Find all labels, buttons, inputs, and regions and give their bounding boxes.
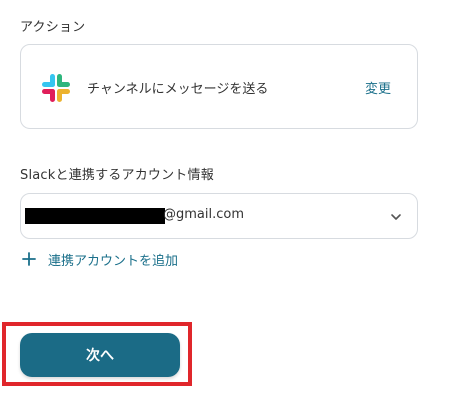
account-section-label: Slackと連携するアカウント情報 xyxy=(20,168,214,183)
next-button[interactable]: 次へ xyxy=(20,333,180,377)
settings-panel: アクション チャンネルにメッセージを送る 変更 Slackと連携するアカウント情… xyxy=(0,0,466,400)
action-section-label: アクション xyxy=(20,20,86,35)
action-card: チャンネルにメッセージを送る 変更 xyxy=(20,44,418,129)
add-account-button[interactable]: 連携アカウントを追加 xyxy=(22,249,178,269)
redacted-account-name xyxy=(25,208,165,224)
action-name: チャンネルにメッセージを送る xyxy=(87,82,269,97)
slack-icon xyxy=(42,74,70,102)
plus-icon xyxy=(22,252,36,266)
chevron-down-icon xyxy=(391,214,401,220)
change-action-link[interactable]: 変更 xyxy=(365,78,391,97)
add-account-label: 連携アカウントを追加 xyxy=(48,253,179,269)
account-select[interactable]: @gmail.com xyxy=(20,193,418,239)
account-email-suffix: @gmail.com xyxy=(163,207,245,222)
